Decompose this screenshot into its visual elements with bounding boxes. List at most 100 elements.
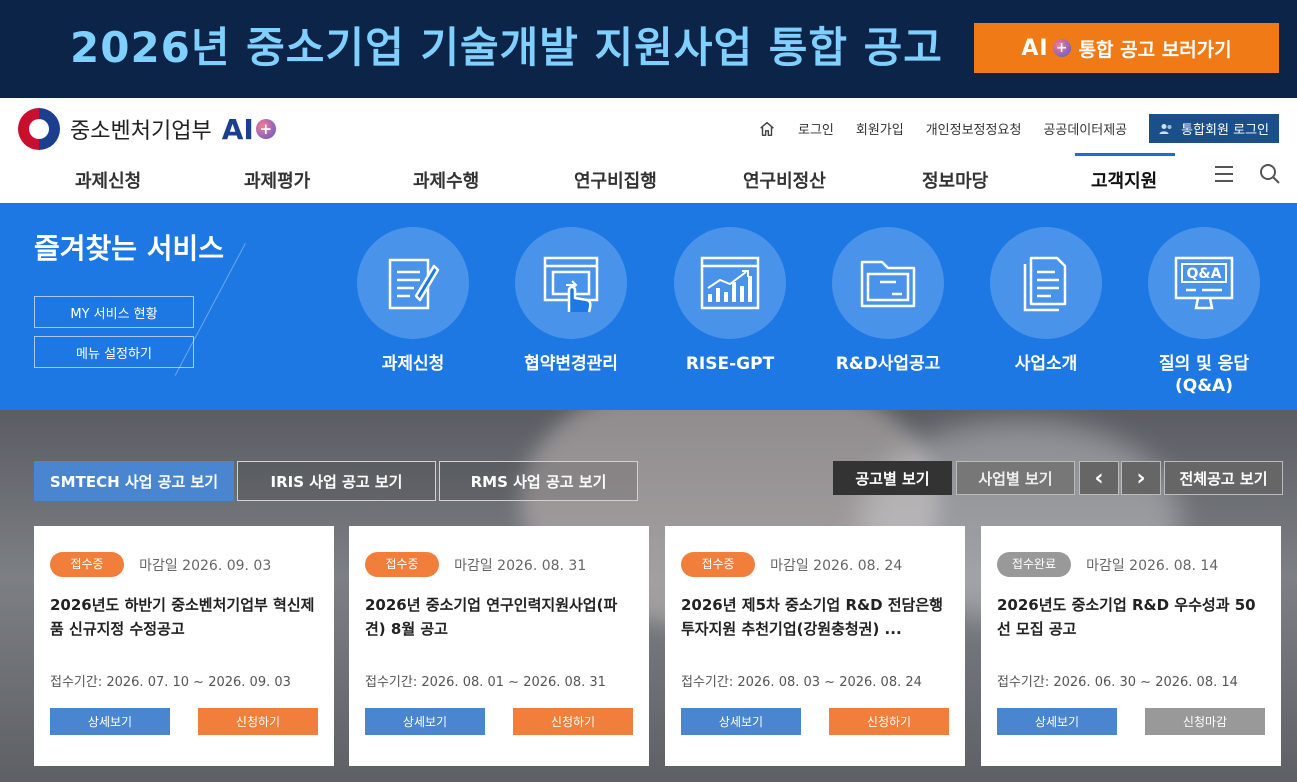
- services-title: 즐겨찾는 서비스: [34, 232, 225, 265]
- menu-settings-button[interactable]: 메뉴 설정하기: [34, 336, 194, 368]
- card-title[interactable]: 2026년도 하반기 중소벤처기업부 혁신제품 신규지정 수정공고: [50, 593, 318, 645]
- banner-button-label: 통합 공고 보러가기: [1078, 38, 1232, 61]
- search-icon[interactable]: [1259, 163, 1281, 185]
- service-label: 사업소개: [1014, 354, 1078, 374]
- card-deadline: 마감일 2026. 08. 24: [770, 557, 903, 574]
- card-period: 접수기간: 2026. 06. 30 ~ 2026. 08. 14: [997, 675, 1238, 690]
- card-buttons: 상세보기 신청마감: [997, 708, 1265, 735]
- detail-button[interactable]: 상세보기: [50, 708, 170, 735]
- service-icon-circle: [674, 227, 786, 339]
- signup-link[interactable]: 회원가입: [856, 119, 904, 138]
- banner-ai-label: AI: [1021, 35, 1049, 61]
- service-rise-gpt[interactable]: RISE-GPT: [650, 227, 810, 375]
- status-badge: 접수중: [50, 552, 124, 577]
- gnb-active-indicator: [1075, 153, 1175, 156]
- status-badge: 접수완료: [997, 552, 1071, 577]
- service-agreement-change[interactable]: 협약변경관리: [491, 227, 651, 375]
- logo-ai-text: AI: [221, 112, 254, 146]
- apply-closed-button: 신청마감: [1145, 708, 1265, 735]
- chevron-right-icon: ›: [1136, 465, 1146, 491]
- service-rd-notice[interactable]: R&D사업공고: [808, 227, 968, 375]
- service-label: RISE-GPT: [685, 354, 775, 374]
- gnb-item-customer-support[interactable]: 고객지원: [1091, 167, 1157, 193]
- service-task-application[interactable]: 과제신청: [333, 227, 493, 375]
- next-button[interactable]: ›: [1121, 461, 1161, 495]
- privacy-correction-link[interactable]: 개인정보정정요청: [926, 119, 1022, 138]
- tab-iris-notices[interactable]: IRIS 사업 공고 보기: [237, 461, 436, 501]
- folder-icon: [860, 260, 916, 308]
- detail-button[interactable]: 상세보기: [681, 708, 801, 735]
- card-buttons: 상세보기 신청하기: [50, 708, 318, 735]
- prev-button[interactable]: ‹: [1079, 461, 1119, 495]
- service-icon-circle: [515, 227, 627, 339]
- service-business-intro[interactable]: 사업소개: [966, 227, 1126, 375]
- detail-button[interactable]: 상세보기: [997, 708, 1117, 735]
- notice-card[interactable]: 접수중 마감일 2026. 09. 03 2026년도 하반기 중소벤처기업부 …: [34, 526, 334, 766]
- card-title[interactable]: 2026년 중소기업 연구인력지원사업(파견) 8월 공고: [365, 593, 633, 645]
- card-deadline: 마감일 2026. 09. 03: [139, 557, 272, 574]
- card-deadline: 마감일 2026. 08. 14: [1086, 557, 1219, 574]
- gnb-item-task-evaluation[interactable]: 과제평가: [244, 167, 310, 193]
- service-qa[interactable]: Q&A 질의 및 응답 (Q&A): [1124, 227, 1284, 397]
- service-label: 협약변경관리: [524, 354, 618, 374]
- apply-button[interactable]: 신청하기: [829, 708, 949, 735]
- notice-section: SMTECH 사업 공고 보기 IRIS 사업 공고 보기 RMS 사업 공고 …: [0, 410, 1297, 782]
- documents-icon: [1023, 256, 1067, 312]
- status-badge: 접수중: [681, 552, 755, 577]
- gnb-icons: [1213, 163, 1281, 185]
- ai-plus-icon: +: [255, 119, 276, 139]
- gnb-item-task-application[interactable]: 과제신청: [75, 167, 141, 193]
- view-by-notice-button[interactable]: 공고별 보기: [833, 461, 952, 495]
- notice-card[interactable]: 접수완료 마감일 2026. 08. 14 2026년도 중소기업 R&D 우수…: [981, 526, 1281, 766]
- notice-card[interactable]: 접수중 마감일 2026. 08. 31 2026년 중소기업 연구인력지원사업…: [349, 526, 649, 766]
- card-buttons: 상세보기 신청하기: [681, 708, 949, 735]
- notice-card[interactable]: 접수중 마감일 2026. 08. 24 2026년 제5차 중소기업 R&D …: [665, 526, 965, 766]
- users-icon: [1159, 123, 1172, 134]
- service-label: 과제신청: [381, 354, 445, 374]
- chevron-left-icon: ‹: [1094, 465, 1104, 491]
- public-data-link[interactable]: 공공데이터제공: [1043, 119, 1127, 138]
- integrated-login-button[interactable]: 통합회원 로그인: [1149, 114, 1279, 143]
- card-buttons: 상세보기 신청하기: [365, 708, 633, 735]
- gnb-item-task-execution[interactable]: 과제수행: [413, 167, 479, 193]
- utility-nav: 로그인 회원가입 개인정보정정요청 공공데이터제공 통합회원 로그인: [758, 114, 1279, 143]
- logo-ai: AI +: [222, 113, 276, 146]
- service-icon-circle: [832, 227, 944, 339]
- site-header: 중소벤처기업부 AI + 로그인 회원가입 개인정보정정요청 공공데이터제공 통…: [0, 98, 1297, 203]
- svg-text:Q&A: Q&A: [1187, 266, 1222, 282]
- login-link[interactable]: 로그인: [798, 119, 834, 138]
- qa-monitor-icon: Q&A: [1174, 256, 1234, 310]
- card-period: 접수기간: 2026. 07. 10 ~ 2026. 09. 03: [50, 675, 291, 690]
- apply-button[interactable]: 신청하기: [198, 708, 318, 735]
- ai-plus-icon: +: [1052, 39, 1071, 57]
- tab-smtech-notices[interactable]: SMTECH 사업 공고 보기: [34, 461, 234, 501]
- status-badge: 접수중: [365, 552, 439, 577]
- detail-button[interactable]: 상세보기: [365, 708, 485, 735]
- card-title[interactable]: 2026년 제5차 중소기업 R&D 전담은행 투자지원 추천기업(강원충청권)…: [681, 593, 949, 645]
- site-logo[interactable]: 중소벤처기업부 AI +: [18, 108, 276, 150]
- hamburger-menu-icon[interactable]: [1213, 163, 1235, 185]
- service-label: R&D사업공고: [835, 354, 941, 374]
- growth-chart-icon: [700, 256, 760, 310]
- service-label: 질의 및 응답 (Q&A): [1158, 354, 1250, 397]
- service-icon-circle: Q&A: [1148, 227, 1260, 339]
- tab-rms-notices[interactable]: RMS 사업 공고 보기: [439, 461, 638, 501]
- card-deadline: 마감일 2026. 08. 31: [454, 557, 587, 574]
- apply-button[interactable]: 신청하기: [513, 708, 633, 735]
- favorite-services: 즐겨찾는 서비스 MY 서비스 현황 메뉴 설정하기 과제신청 협약변경관리 R…: [0, 203, 1297, 410]
- card-period: 접수기간: 2026. 08. 01 ~ 2026. 08. 31: [365, 675, 606, 690]
- gnb-item-fund-settlement[interactable]: 연구비정산: [743, 167, 826, 193]
- gnb-item-info[interactable]: 정보마당: [922, 167, 988, 193]
- card-title[interactable]: 2026년도 중소기업 R&D 우수성과 50선 모집 공고: [997, 593, 1265, 645]
- my-service-status-button[interactable]: MY 서비스 현황: [34, 296, 194, 328]
- home-icon[interactable]: [758, 120, 776, 138]
- card-period: 접수기간: 2026. 08. 03 ~ 2026. 08. 24: [681, 675, 922, 690]
- view-by-business-button[interactable]: 사업별 보기: [956, 461, 1075, 495]
- integrated-notice-button[interactable]: AI + 통합 공고 보러가기: [974, 23, 1279, 73]
- top-banner: 2026년 중소기업 기술개발 지원사업 통합 공고 AI + 통합 공고 보러…: [0, 0, 1297, 98]
- touch-screen-icon: [543, 256, 599, 313]
- gnb-item-fund-execution[interactable]: 연구비집행: [574, 167, 657, 193]
- logo-text: 중소벤처기업부: [70, 119, 212, 144]
- all-notices-button[interactable]: 전체공고 보기: [1164, 461, 1283, 495]
- global-nav: 과제신청 과제평가 과제수행 연구비집행 연구비정산 정보마당 고객지원: [0, 153, 1297, 203]
